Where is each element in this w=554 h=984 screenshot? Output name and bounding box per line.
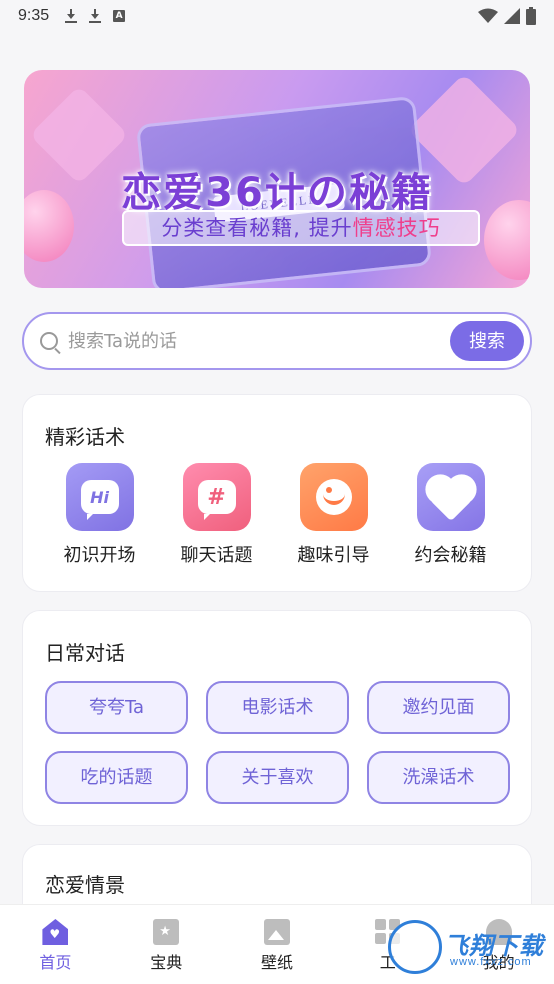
download-icon — [65, 9, 78, 23]
promo-banner[interactable]: LOEVELLE 恋爱36计の秘籍 分类查看秘籍, 提升情感技巧 — [24, 70, 530, 288]
hashtag-bubble-icon: # — [182, 463, 251, 531]
feature-label: 约会秘籍 — [414, 545, 487, 566]
download-icon — [89, 9, 102, 23]
banner-subtitle: 分类查看秘籍, 提升情感技巧 — [122, 210, 480, 246]
daily-card: 日常对话 夸夸Ta 电影话术 邀约见面 吃的话题 关于喜欢 洗澡话术 — [22, 610, 532, 826]
chip-like[interactable]: 关于喜欢 — [206, 751, 349, 804]
image-icon — [263, 919, 290, 945]
nav-label: 壁纸 — [260, 953, 293, 972]
banner-subtitle-highlight: 情感技巧 — [352, 216, 441, 240]
feature-item-topics[interactable]: # 聊天话题 — [158, 463, 275, 567]
hi-bubble-icon: Hi — [65, 463, 134, 531]
bubble-glyph: Hi — [80, 480, 119, 520]
feature-item-dating[interactable]: 约会秘籍 — [392, 463, 509, 567]
chip-praise[interactable]: 夸夸Ta — [45, 681, 188, 734]
watermark-url: www.fxxz.com — [450, 956, 532, 968]
signal-icon — [504, 8, 520, 24]
status-bar: 9:35 A — [0, 0, 554, 32]
wifi-icon — [478, 8, 498, 23]
feature-item-intro[interactable]: Hi 初识开场 — [41, 463, 158, 567]
featured-card: 精彩话术 Hi 初识开场 # 聊天话题 趣味引导 约会秘籍 — [22, 394, 532, 592]
feature-label: 初识开场 — [63, 545, 136, 566]
battery-icon — [526, 7, 536, 25]
nav-wallpaper[interactable]: 壁纸 — [222, 905, 333, 984]
nav-book[interactable]: 宝典 — [111, 905, 222, 984]
chip-food[interactable]: 吃的话题 — [45, 751, 188, 804]
feature-item-guide[interactable]: 趣味引导 — [275, 463, 392, 567]
watermark-logo: 飞翔下载 www.fxxz.com — [386, 916, 550, 978]
chip-movie[interactable]: 电影话术 — [206, 681, 349, 734]
feature-label: 聊天话题 — [180, 545, 253, 566]
daily-title: 日常对话 — [45, 641, 125, 665]
scenes-title: 恋爱情景 — [45, 873, 125, 897]
search-bar: 搜索 — [22, 312, 532, 370]
nav-label: 首页 — [39, 953, 72, 972]
search-button[interactable]: 搜索 — [450, 321, 524, 361]
book-icon — [153, 919, 180, 945]
planet-icon — [299, 463, 368, 531]
watermark-emblem-icon — [388, 920, 442, 974]
status-time: 9:35 — [18, 7, 50, 24]
featured-title: 精彩话术 — [45, 425, 125, 449]
chip-shower[interactable]: 洗澡话术 — [367, 751, 510, 804]
couple-heart-icon — [416, 463, 485, 531]
banner-subtitle-text: 分类查看秘籍, 提升 — [161, 216, 353, 240]
a-notification-icon: A — [113, 10, 126, 22]
nav-label: 宝典 — [150, 953, 183, 972]
chip-invite[interactable]: 邀约见面 — [367, 681, 510, 734]
heart-glyph — [429, 478, 472, 522]
planet-glyph — [315, 479, 352, 515]
feature-label: 趣味引导 — [297, 545, 370, 566]
nav-home[interactable]: 首页 — [0, 905, 111, 984]
feature-grid: Hi 初识开场 # 聊天话题 趣味引导 约会秘籍 — [23, 463, 531, 567]
bubble-glyph: # — [197, 480, 236, 520]
home-icon — [42, 919, 69, 945]
search-icon — [40, 332, 58, 350]
